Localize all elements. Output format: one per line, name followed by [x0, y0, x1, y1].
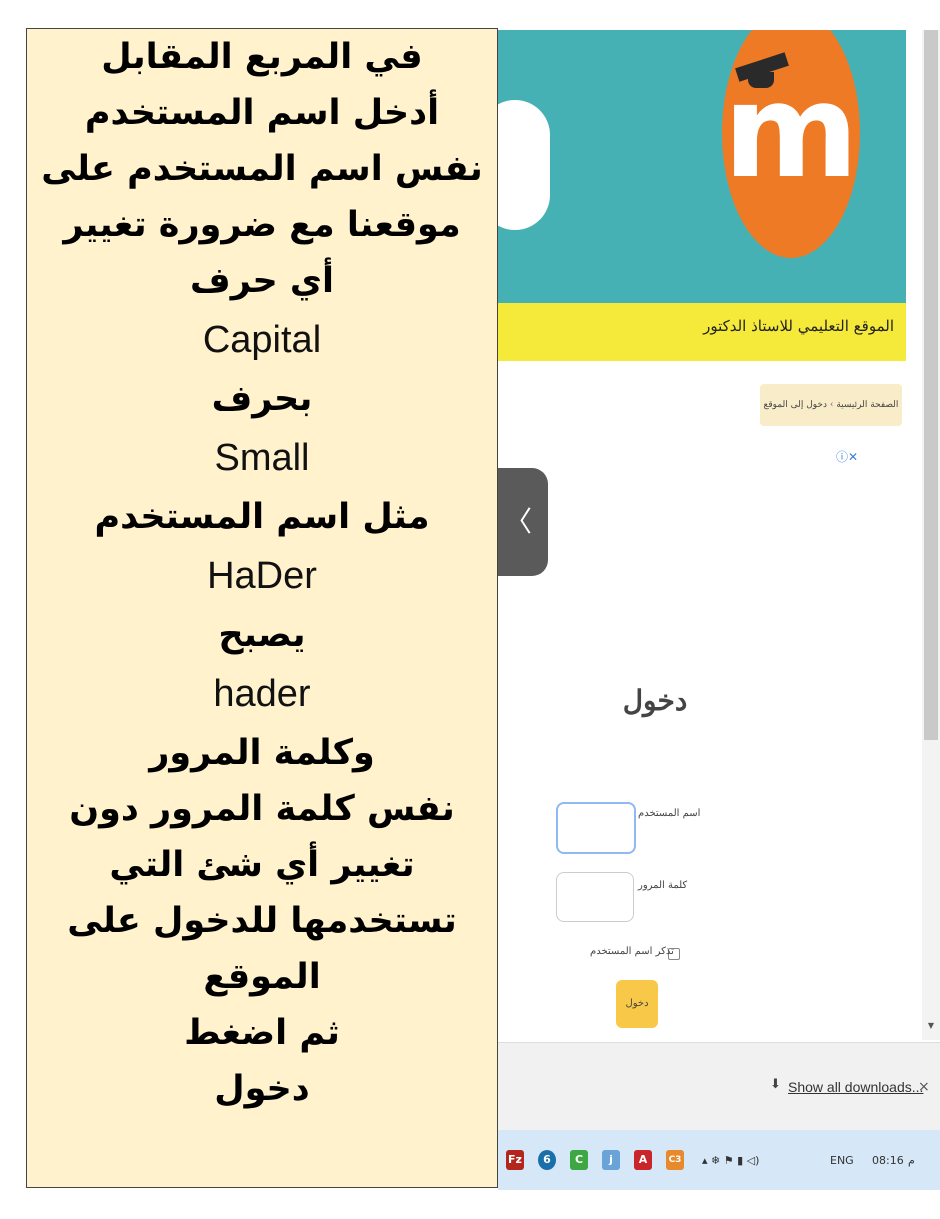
- clock-time[interactable]: 08:16: [872, 1154, 904, 1167]
- instruction-line: يصبح: [218, 615, 306, 655]
- office-icon[interactable]: C3: [666, 1150, 684, 1170]
- password-input[interactable]: [556, 872, 634, 922]
- instruction-line: موقعنا مع ضرورة تغيير: [63, 205, 461, 245]
- breadcrumb: الصفحة الرئيسية › دخول إلى الموقع: [760, 384, 902, 426]
- instruction-panel: في المربع المقابل أدخل اسم المستخدم نفس …: [26, 28, 498, 1188]
- username-input[interactable]: [556, 802, 636, 854]
- close-icon[interactable]: ×: [918, 1079, 930, 1095]
- instruction-line: نفس كلمة المرور دون: [69, 789, 455, 829]
- instruction-line: أي حرف: [190, 261, 334, 301]
- instruction-line: بحرف: [211, 379, 313, 419]
- instruction-line: أدخل اسم المستخدم: [84, 93, 440, 133]
- login-heading: دخول: [622, 684, 688, 717]
- password-label: كلمة المرور: [638, 880, 688, 891]
- instruction-line: Capital: [202, 319, 322, 361]
- windows-taskbar: Fz 6 C j A C3 ▴ ❄ ⚑ ▮ ◁) ENG 08:16 م: [498, 1130, 940, 1190]
- scrollbar-thumb[interactable]: [924, 30, 938, 740]
- ad-choices-icon[interactable]: ⓘ✕: [836, 448, 858, 465]
- instruction-line: HaDer: [207, 555, 317, 597]
- instruction-line: الموقع: [203, 957, 321, 997]
- instruction-line: hader: [213, 673, 311, 715]
- breadcrumb-separator: ›: [829, 400, 834, 410]
- tray-icons[interactable]: ▴ ❄ ⚑ ▮ ◁): [702, 1154, 759, 1167]
- remember-username-label: تذكر اسم المستخدم: [590, 946, 674, 957]
- login-button[interactable]: دخول: [616, 980, 658, 1028]
- instruction-line: تغيير أي شئ التي: [109, 845, 415, 885]
- instruction-line: نفس اسم المستخدم على: [41, 149, 483, 189]
- site-header-banner: m: [498, 30, 906, 303]
- instruction-line: ثم اضغط: [184, 1013, 340, 1053]
- instruction-line: وكلمة المرور: [149, 733, 375, 773]
- page-scrollbar[interactable]: ▼: [922, 30, 940, 1040]
- show-all-downloads-link[interactable]: Show all downloads...: [788, 1079, 923, 1095]
- username-label: اسم المستخدم: [638, 808, 701, 819]
- website-screenshot: m الموقع التعليمي للاستاذ الدكتور الصفحة…: [498, 30, 906, 1190]
- site-title-bar: الموقع التعليمي للاستاذ الدكتور: [498, 303, 906, 361]
- instruction-line: في المربع المقابل: [101, 37, 423, 77]
- active-app-icon[interactable]: j: [602, 1150, 620, 1170]
- app-icon[interactable]: 6: [538, 1150, 556, 1170]
- site-title[interactable]: الموقع التعليمي للاستاذ الدكتور: [703, 317, 894, 335]
- camtasia-icon[interactable]: C: [570, 1150, 588, 1170]
- instruction-line: Small: [214, 437, 310, 479]
- instruction-line: تستخدمها للدخول على: [67, 901, 457, 941]
- download-arrow-icon: ⬇: [770, 1077, 781, 1092]
- chevron-left-icon[interactable]: 〈: [498, 468, 548, 576]
- cloud-graphic: [498, 100, 550, 230]
- graduation-cap-base: [748, 72, 774, 88]
- clock-suffix: م: [908, 1154, 915, 1167]
- downloads-bar: ⬇ Show all downloads... ×: [498, 1042, 940, 1131]
- instruction-line: دخول: [214, 1069, 310, 1109]
- filezilla-icon[interactable]: Fz: [506, 1150, 524, 1170]
- acrobat-icon[interactable]: A: [634, 1150, 652, 1170]
- moodle-logo[interactable]: m: [722, 30, 860, 258]
- logo-letter: m: [723, 55, 859, 207]
- instruction-line: مثل اسم المستخدم: [94, 497, 430, 537]
- breadcrumb-home[interactable]: الصفحة الرئيسية: [836, 400, 898, 410]
- breadcrumb-current: دخول إلى الموقع: [763, 400, 827, 410]
- scroll-down-arrow-icon[interactable]: ▼: [922, 1021, 940, 1030]
- language-indicator[interactable]: ENG: [830, 1154, 854, 1167]
